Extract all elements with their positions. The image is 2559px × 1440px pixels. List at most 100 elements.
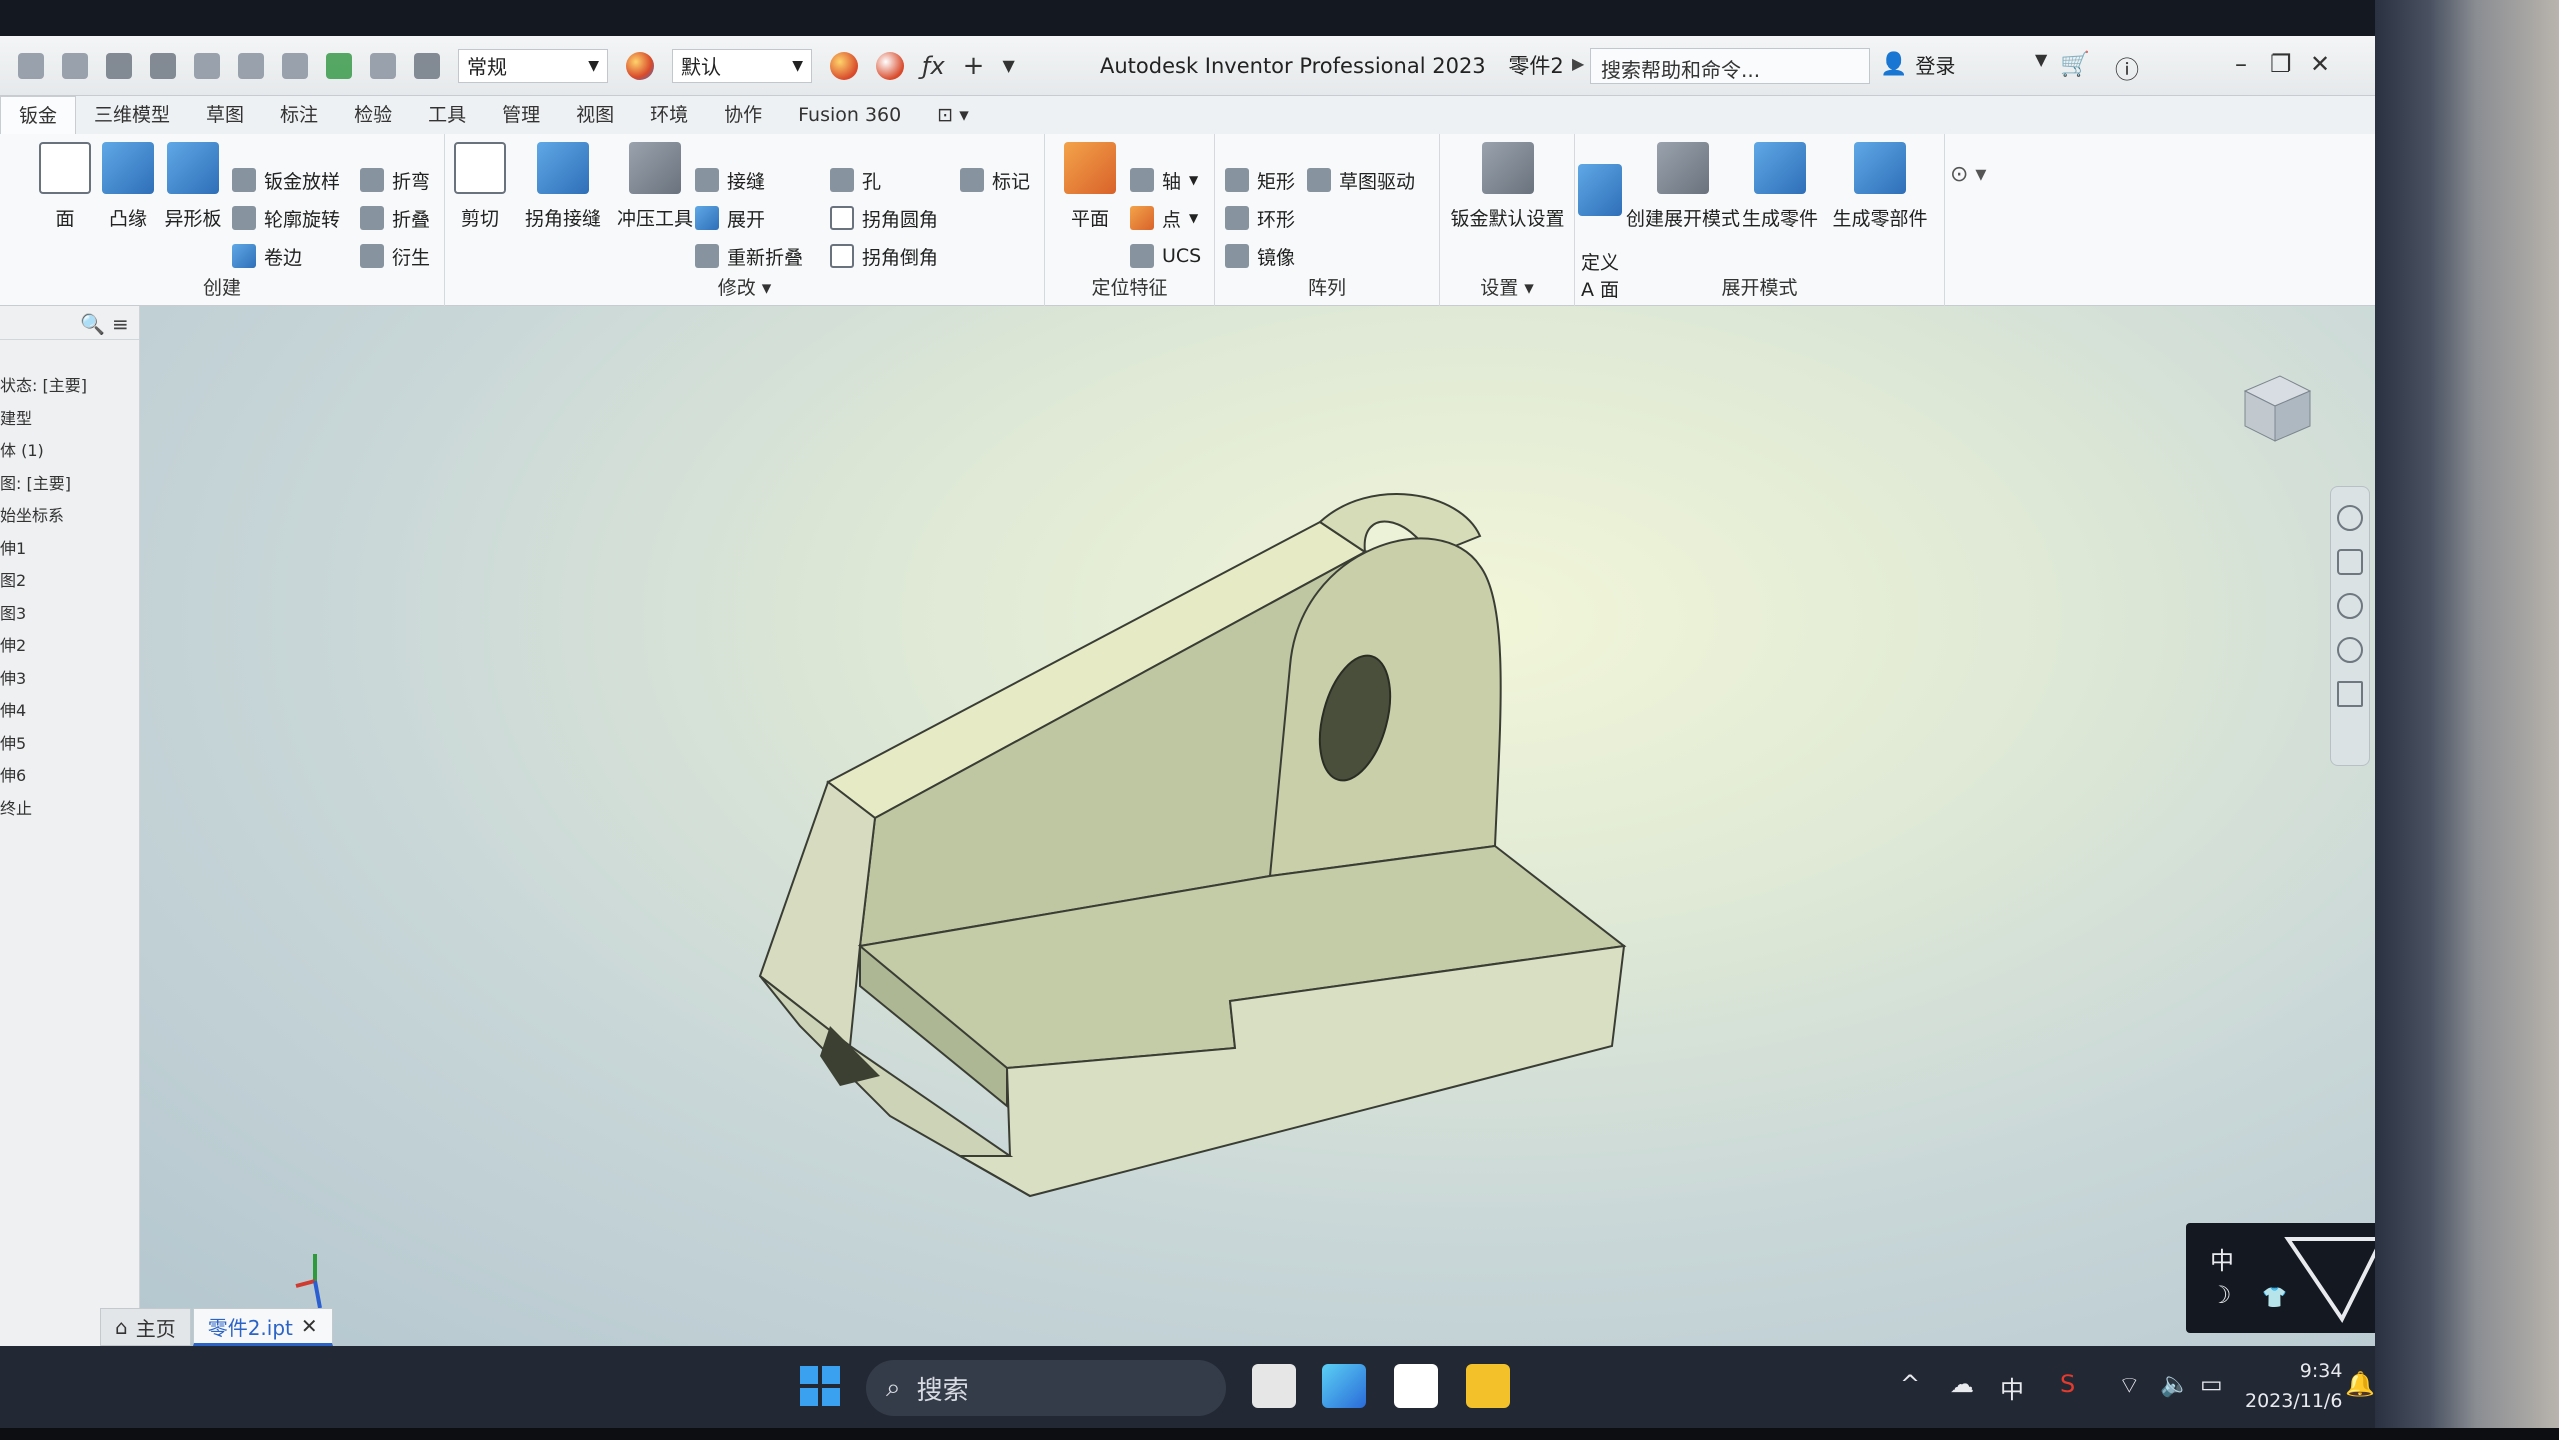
browser-node[interactable]: 建型 — [0, 403, 139, 436]
browser-node[interactable]: 伸1 — [0, 533, 139, 566]
menu-icon[interactable]: ≡ — [112, 312, 129, 336]
tab-3d-model[interactable]: 三维模型 — [76, 96, 188, 134]
ime-language[interactable]: 中 — [2210, 1241, 2234, 1276]
parameters-fx-icon[interactable]: ƒx — [922, 52, 945, 80]
home-icon[interactable] — [194, 52, 220, 79]
browser-node[interactable]: 状态: [主要] — [0, 370, 139, 403]
browser-node[interactable]: 终止 — [0, 793, 139, 826]
taskbar-search[interactable]: ⌕ 搜索 — [866, 1360, 1226, 1416]
plane-button[interactable]: 平面 — [1055, 142, 1125, 231]
make-part-button[interactable]: 生成零件 — [1735, 142, 1825, 231]
tab-tools[interactable]: 工具 — [410, 96, 484, 134]
panel-modify-title[interactable]: 修改 ▾ — [445, 273, 1044, 300]
chevron-up-icon[interactable]: ^ — [1900, 1370, 1920, 1398]
fold-button[interactable]: 折叠 — [360, 202, 430, 234]
cut-button[interactable]: 剪切 — [445, 142, 515, 231]
inventor-app-icon[interactable] — [1466, 1364, 1510, 1408]
help-search-input[interactable]: 搜索帮助和命令... — [1590, 48, 1870, 84]
login-button[interactable]: 👤 登录 — [1880, 50, 1955, 79]
help-icon[interactable]: ⓘ — [2115, 50, 2139, 85]
add-icon[interactable]: + — [963, 51, 985, 81]
moon-icon[interactable]: ☽ — [2210, 1281, 2232, 1309]
windows-start-icon[interactable] — [800, 1366, 840, 1406]
contour-flange-button[interactable]: 异形板 — [158, 142, 228, 231]
rip-button[interactable]: 接缝 — [695, 164, 765, 196]
browser-node[interactable]: 图: [主要] — [0, 468, 139, 501]
undo-icon[interactable] — [106, 52, 132, 79]
tray-ime[interactable]: 中 — [2000, 1370, 2024, 1405]
redo-icon[interactable] — [150, 52, 176, 79]
cart-icon[interactable]: 🛒 — [2060, 50, 2090, 78]
browser-node[interactable]: 伸2 — [0, 630, 139, 663]
pan-icon[interactable] — [2337, 549, 2363, 575]
sogou-icon[interactable]: S — [2060, 1370, 2075, 1398]
mark-button[interactable]: 标记 — [960, 164, 1030, 196]
tab-home[interactable]: ⌂ 主页 — [100, 1308, 191, 1346]
part-model[interactable] — [140, 306, 2375, 1346]
volume-icon[interactable]: 🔈 — [2160, 1370, 2190, 1398]
app-icon[interactable] — [1322, 1364, 1366, 1408]
tab-environments[interactable]: 环境 — [632, 96, 706, 134]
unfold-button[interactable]: 展开 — [695, 202, 765, 234]
restore-button[interactable]: ❐ — [2270, 50, 2292, 78]
ribbon-options-icon[interactable]: ⊙ ▾ — [1950, 162, 1986, 187]
copy-icon[interactable] — [238, 52, 264, 79]
tab-collaborate[interactable]: 协作 — [706, 96, 780, 134]
measure-icon[interactable] — [370, 52, 396, 79]
clock[interactable]: 9:34 2023/11/6 — [2245, 1356, 2342, 1416]
mirror-button[interactable]: 镜像 — [1225, 240, 1295, 272]
rectangular-pattern-button[interactable]: 矩形 — [1225, 164, 1295, 196]
adjust-appearance-icon[interactable] — [876, 51, 904, 80]
look-at-icon[interactable] — [2337, 681, 2363, 707]
cloud-icon[interactable]: ☁ — [1950, 1370, 1974, 1398]
tab-view[interactable]: 视图 — [558, 96, 632, 134]
browser-node[interactable]: 图2 — [0, 565, 139, 598]
create-flat-pattern-button[interactable]: 创建展开模式 — [1623, 142, 1743, 231]
tab-part2[interactable]: 零件2.ipt ✕ — [192, 1308, 333, 1346]
hole-button[interactable]: 孔 — [830, 164, 881, 196]
cancel-icon[interactable] — [414, 52, 440, 79]
contour-roll-button[interactable]: 轮廓旋转 — [232, 202, 340, 234]
flange-button[interactable]: 凸缘 — [93, 142, 163, 231]
browser-node[interactable]: 伸6 — [0, 760, 139, 793]
browser-node[interactable]: 伸4 — [0, 695, 139, 728]
ucs-button[interactable]: UCS — [1130, 240, 1201, 272]
graphics-viewport[interactable] — [140, 306, 2375, 1346]
refold-button[interactable]: 重新折叠 — [695, 240, 803, 272]
select-icon[interactable] — [282, 52, 308, 79]
close-button[interactable]: ✕ — [2310, 50, 2330, 78]
make-components-button[interactable]: 生成零部件 — [1825, 142, 1935, 231]
wifi-icon[interactable]: ⌔ — [2118, 1370, 2141, 1400]
customize-dropdown-icon[interactable]: ▼ — [1002, 56, 1014, 75]
open-folder-icon[interactable] — [18, 52, 44, 79]
corner-chamfer-button[interactable]: 拐角倒角 — [830, 240, 938, 272]
steering-wheel-icon[interactable] — [2337, 505, 2363, 531]
browser-node[interactable]: 体 (1) — [0, 435, 139, 468]
chart-app-icon[interactable] — [1394, 1364, 1438, 1408]
tab-sketch[interactable]: 草图 — [188, 96, 262, 134]
save-icon[interactable] — [62, 52, 88, 79]
derive-button[interactable]: 衍生 — [360, 240, 430, 272]
appearance-combo[interactable]: 常规 ▼ — [458, 48, 608, 83]
hem-button[interactable]: 卷边 — [232, 240, 302, 272]
browser-node[interactable]: 伸5 — [0, 728, 139, 761]
tab-inspect[interactable]: 检验 — [336, 96, 410, 134]
color-sphere-icon[interactable] — [626, 51, 654, 80]
face-button[interactable]: 面 — [30, 142, 100, 231]
battery-icon[interactable]: ▭ — [2200, 1370, 2223, 1398]
sketch-driven-pattern-button[interactable]: 草图驱动 — [1307, 164, 1415, 196]
browser-node[interactable]: 图3 — [0, 598, 139, 631]
viewcube[interactable] — [2235, 366, 2315, 446]
browser-node[interactable]: 始坐标系 — [0, 500, 139, 533]
orbit-icon[interactable] — [2337, 637, 2363, 663]
point-button[interactable]: 点 ▼ — [1130, 202, 1198, 234]
minimize-button[interactable]: – — [2235, 50, 2247, 78]
sheet-metal-defaults-button[interactable]: 钣金默认设置 — [1440, 142, 1575, 231]
chevron-down-icon[interactable]: ▼ — [2035, 50, 2047, 69]
bend-button[interactable]: 折弯 — [360, 164, 430, 196]
browser-node[interactable]: 伸3 — [0, 663, 139, 696]
panel-setup-title[interactable]: 设置 ▾ — [1440, 273, 1574, 300]
tab-manage[interactable]: 管理 — [484, 96, 558, 134]
notification-bell-icon[interactable]: 🔔 — [2345, 1370, 2375, 1398]
zoom-icon[interactable] — [2337, 593, 2363, 619]
